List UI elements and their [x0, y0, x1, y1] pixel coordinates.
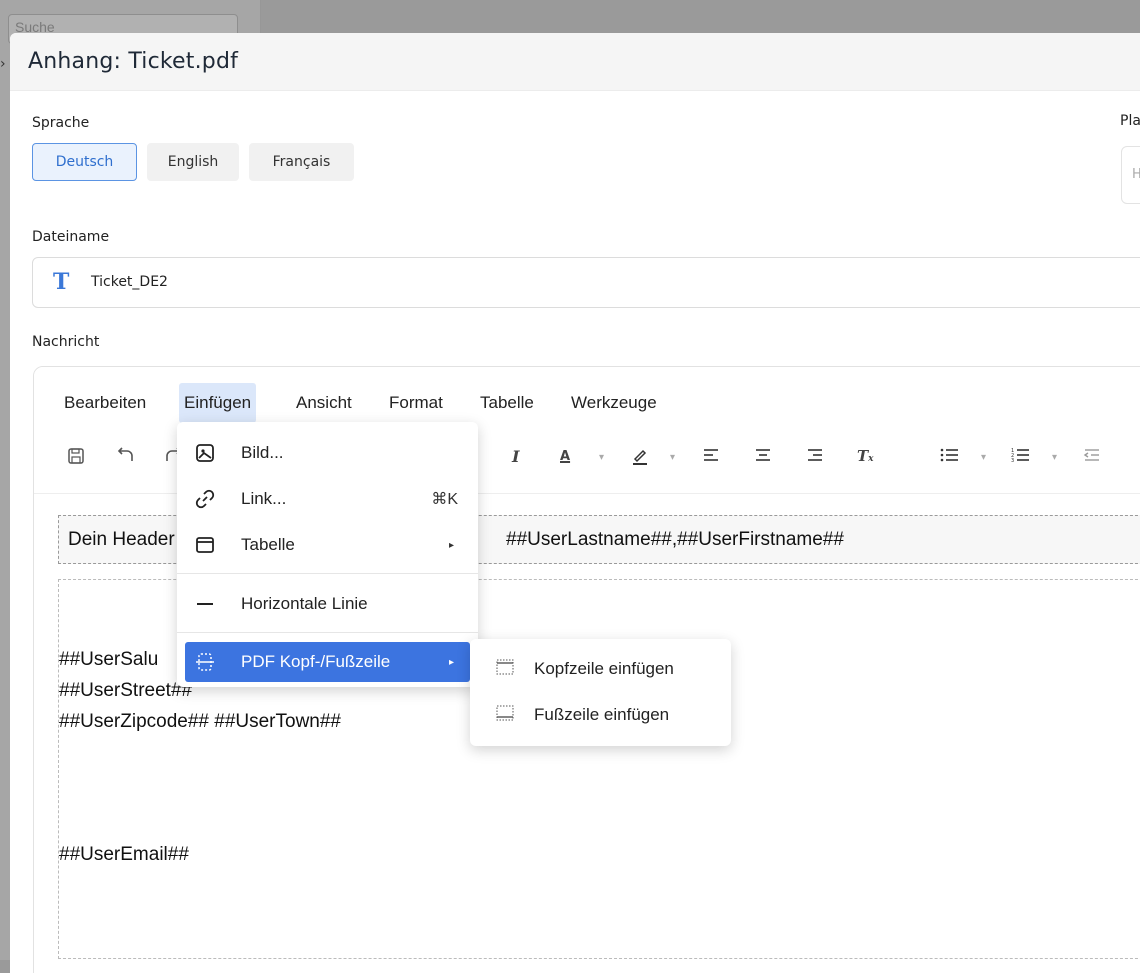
italic-icon[interactable]: I — [512, 447, 519, 466]
pdf-header-footer-icon — [195, 652, 225, 672]
body-line-salutation: ##UserSalu — [59, 649, 159, 670]
modal-header: Anhang: Ticket.pdf — [10, 33, 1140, 91]
header-text-left: Dein Header — [68, 529, 175, 550]
text-type-icon: T — [53, 269, 70, 295]
insert-menu-item-pdf-header-footer[interactable]: PDF Kopf-/Fußzeile ▸ — [185, 642, 470, 682]
menu-divider — [177, 573, 478, 574]
svg-text:3: 3 — [1011, 458, 1014, 463]
font-color-icon[interactable]: A — [560, 449, 570, 464]
insert-menu-item-image[interactable]: Bild... — [185, 433, 470, 473]
filename-input[interactable]: T Ticket_DE2 — [32, 257, 1140, 308]
modal-title: Anhang: Ticket.pdf — [28, 49, 239, 74]
link-icon — [195, 489, 225, 509]
placeholder-label: Pla — [1120, 113, 1140, 129]
insert-menu-label: Link... — [241, 489, 287, 508]
submenu-arrow-icon: ▸ — [448, 656, 454, 668]
header-text-right: ##UserLastname##,##UserFirstname## — [506, 529, 844, 550]
menu-bearbeiten[interactable]: Bearbeiten — [59, 383, 151, 423]
insert-menu-item-table[interactable]: Tabelle ▸ — [185, 525, 470, 565]
insert-menu-item-link[interactable]: Link... ⌘K — [185, 479, 470, 519]
submenu-label: Fußzeile einfügen — [534, 705, 670, 724]
menu-werkzeuge[interactable]: Werkzeuge — [566, 383, 662, 423]
placeholder-field[interactable]: H — [1121, 146, 1140, 204]
menu-ansicht[interactable]: Ansicht — [291, 383, 357, 423]
numbered-list-caret-icon[interactable]: ▾ — [1052, 452, 1057, 463]
language-button-deutsch[interactable]: Deutsch — [32, 143, 137, 181]
font-color-caret-icon[interactable]: ▾ — [599, 452, 604, 463]
undo-icon[interactable] — [117, 447, 135, 469]
align-center-icon[interactable] — [754, 447, 772, 467]
link-shortcut: ⌘K — [431, 491, 458, 508]
pdf-header-footer-submenu: Kopfzeile einfügen Fußzeile einfügen — [470, 639, 731, 746]
submenu-label: Kopfzeile einfügen — [534, 659, 674, 678]
language-label: Sprache — [32, 115, 90, 131]
footer-icon — [496, 704, 516, 727]
horizontal-line-icon — [195, 594, 225, 614]
menu-einfuegen[interactable]: Einfügen — [179, 383, 257, 423]
header-icon — [496, 658, 516, 681]
insert-menu-label: Bild... — [241, 443, 284, 462]
image-icon — [195, 443, 225, 463]
numbered-list-icon[interactable]: 123 — [1011, 447, 1031, 467]
submenu-item-insert-header[interactable]: Kopfzeile einfügen — [478, 649, 723, 689]
filename-label: Dateiname — [32, 229, 110, 245]
table-icon — [195, 535, 225, 555]
align-left-icon[interactable] — [702, 447, 720, 467]
menu-format[interactable]: Format — [384, 383, 448, 423]
bullet-list-caret-icon[interactable]: ▾ — [981, 452, 986, 463]
menu-tabelle[interactable]: Tabelle — [475, 383, 539, 423]
submenu-item-insert-footer[interactable]: Fußzeile einfügen — [478, 695, 723, 735]
menu-divider — [177, 632, 478, 633]
insert-menu-label: PDF Kopf-/Fußzeile — [241, 652, 391, 671]
highlight-icon[interactable] — [631, 447, 649, 469]
collapse-chevron-icon: › — [0, 56, 6, 72]
clear-format-icon[interactable]: Tx — [857, 447, 874, 465]
filename-value: Ticket_DE2 — [91, 274, 168, 290]
insert-menu-dropdown: Bild... Link... ⌘K Tabelle ▸ Horizontale… — [177, 422, 478, 687]
body-line-street: ##UserStreet## — [59, 680, 193, 701]
language-button-english[interactable]: English — [147, 143, 239, 181]
insert-menu-label: Tabelle — [241, 535, 295, 554]
outdent-icon[interactable] — [1083, 447, 1101, 467]
insert-menu-item-horizontal-line[interactable]: Horizontale Linie — [185, 584, 470, 624]
bullet-list-icon[interactable] — [940, 447, 960, 467]
insert-menu-label: Horizontale Linie — [241, 594, 368, 613]
message-label: Nachricht — [32, 334, 100, 350]
body-line-email: ##UserEmail## — [59, 844, 189, 865]
language-button-francais[interactable]: Français — [249, 143, 354, 181]
highlight-caret-icon[interactable]: ▾ — [670, 452, 675, 463]
body-line-zip-town: ##UserZipcode## ##UserTown## — [59, 711, 341, 732]
align-right-icon[interactable] — [806, 447, 824, 467]
submenu-arrow-icon: ▸ — [448, 539, 454, 551]
placeholder-field-value: H — [1132, 167, 1140, 182]
save-icon[interactable] — [67, 447, 85, 469]
